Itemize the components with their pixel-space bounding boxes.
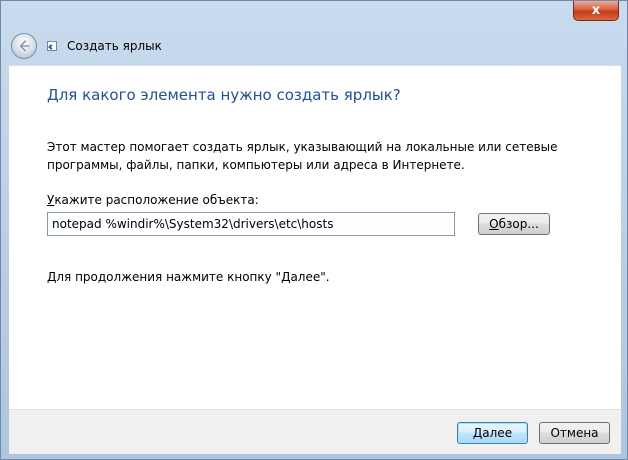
main-instruction: Для какого элемента нужно создать ярлык? bbox=[47, 86, 401, 104]
location-input[interactable] bbox=[47, 212, 455, 236]
wizard-window: x Создать ярлык Для какого элемента нужн… bbox=[0, 0, 628, 460]
wizard-header: Создать ярлык bbox=[9, 29, 621, 63]
wizard-title: Создать ярлык bbox=[67, 39, 162, 53]
location-label-text: кажите расположение объекта: bbox=[54, 193, 259, 207]
wizard-description: Этот мастер помогает создать ярлык, указ… bbox=[47, 140, 558, 172]
close-button[interactable]: x bbox=[573, 1, 619, 21]
wizard-footer: Далее Отмена bbox=[9, 409, 621, 454]
back-button[interactable] bbox=[11, 33, 37, 59]
browse-button[interactable]: Обзор... bbox=[478, 213, 550, 235]
location-label: Укажите расположение объекта: bbox=[47, 193, 259, 207]
browse-label: бзор... bbox=[498, 217, 539, 231]
browse-accelerator: О bbox=[489, 217, 499, 231]
back-arrow-icon bbox=[18, 39, 30, 53]
close-icon: x bbox=[591, 3, 601, 18]
next-button[interactable]: Далее bbox=[457, 422, 528, 444]
wizard-content: Для какого элемента нужно создать ярлык?… bbox=[9, 65, 621, 410]
continue-hint: Для продолжения нажмите кнопку "Далее". bbox=[47, 270, 330, 284]
cancel-button[interactable]: Отмена bbox=[539, 422, 610, 444]
shortcut-icon bbox=[47, 41, 57, 51]
